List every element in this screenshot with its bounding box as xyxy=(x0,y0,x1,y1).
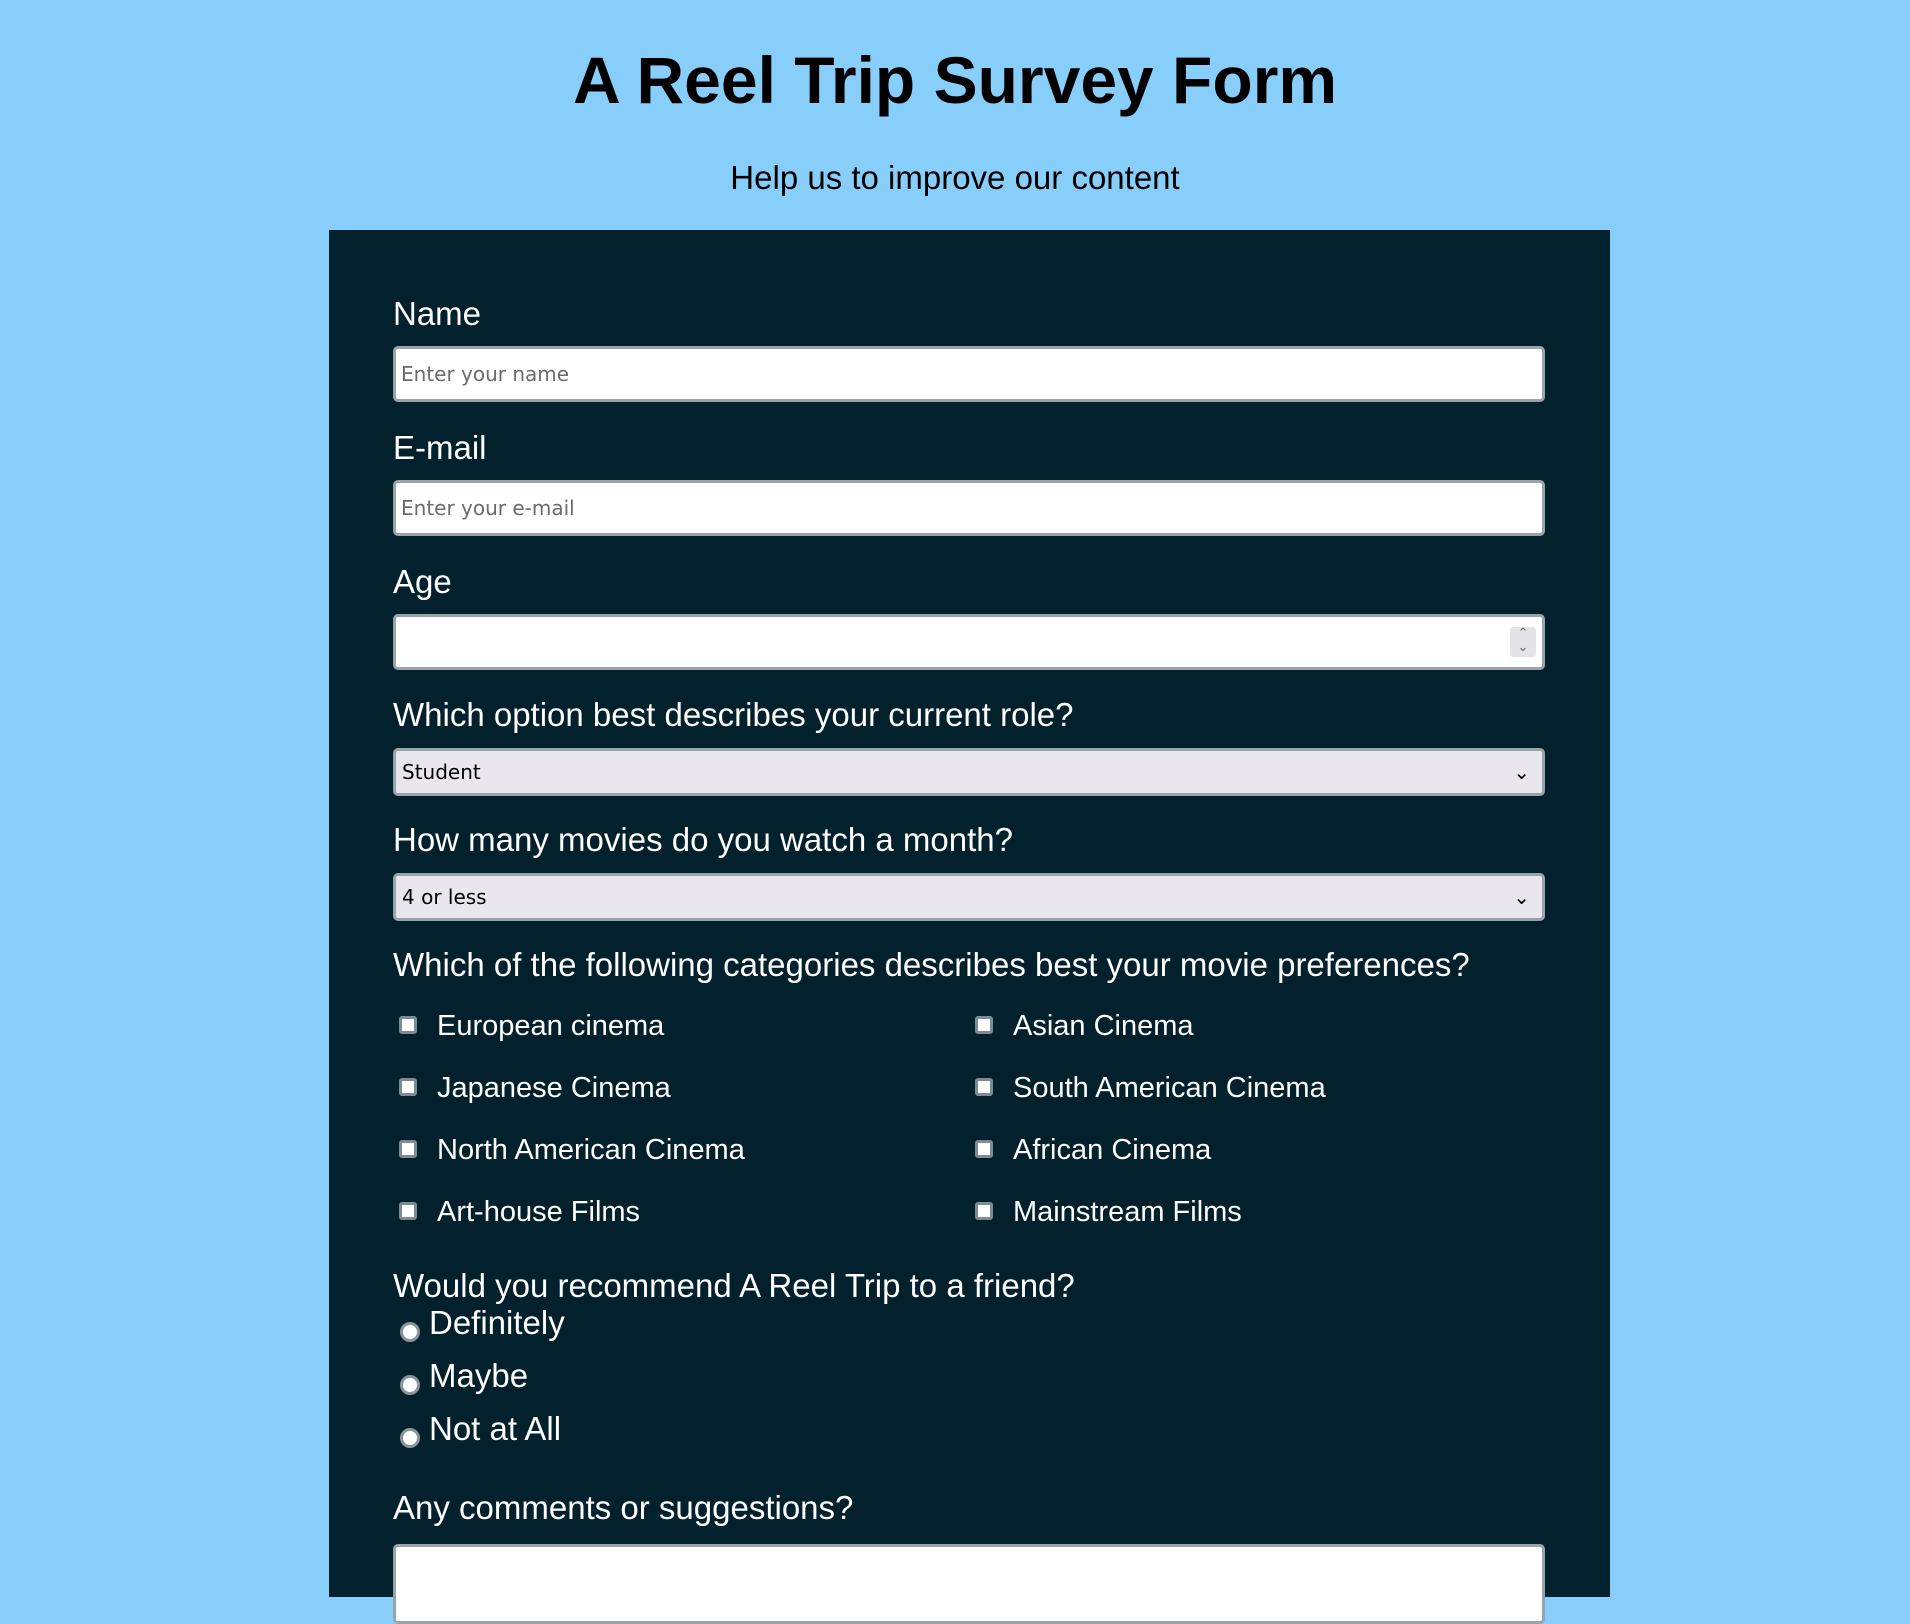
recommend-option[interactable]: Maybe xyxy=(400,1356,529,1396)
movies-selected-value: 4 or less xyxy=(402,885,487,909)
checkbox[interactable] xyxy=(399,1140,417,1158)
recommend-option-label: Definitely xyxy=(429,1304,565,1341)
categories-label: Which of the following categories descri… xyxy=(393,946,1470,983)
checkbox[interactable] xyxy=(399,1202,417,1220)
checkbox[interactable] xyxy=(975,1140,993,1158)
recommend-option[interactable]: Definitely xyxy=(400,1303,565,1343)
age-label: Age xyxy=(393,563,452,600)
category-label: African Cinema xyxy=(1013,1134,1212,1166)
radio-button[interactable] xyxy=(400,1428,420,1448)
category-option[interactable]: Japanese Cinema xyxy=(399,1070,671,1106)
category-label: Art-house Films xyxy=(437,1196,641,1228)
checkbox[interactable] xyxy=(399,1078,417,1096)
movies-label: How many movies do you watch a month? xyxy=(393,821,1013,858)
page-subtitle: Help us to improve our content xyxy=(730,159,1180,196)
radio-button[interactable] xyxy=(400,1375,420,1395)
radio-button[interactable] xyxy=(400,1322,420,1342)
number-spinner[interactable]: ⌃ ⌄ xyxy=(1510,627,1536,657)
chevron-down-icon: ⌄ xyxy=(1513,885,1530,909)
role-label: Which option best describes your current… xyxy=(393,696,1074,733)
comments-textarea[interactable] xyxy=(393,1544,1545,1624)
chevron-down-icon[interactable]: ⌄ xyxy=(1518,640,1529,655)
recommend-label: Would you recommend A Reel Trip to a fri… xyxy=(393,1267,1075,1304)
recommend-option-label: Not at All xyxy=(429,1410,562,1447)
category-option[interactable]: European cinema xyxy=(399,1008,665,1044)
category-label: South American Cinema xyxy=(1013,1072,1326,1104)
category-label: Asian Cinema xyxy=(1013,1010,1194,1042)
survey-form: Name E-mail Age ⌃ ⌄ Which option best de… xyxy=(329,230,1610,1624)
movies-select[interactable]: 4 or less ⌄ xyxy=(393,873,1545,921)
chevron-up-icon[interactable]: ⌃ xyxy=(1518,626,1529,641)
category-option[interactable]: Art-house Films xyxy=(399,1194,641,1230)
category-option[interactable]: North American Cinema xyxy=(399,1132,745,1168)
name-label: Name xyxy=(393,295,482,332)
chevron-down-icon: ⌄ xyxy=(1513,760,1530,784)
comments-label: Any comments or suggestions? xyxy=(393,1489,854,1526)
checkbox[interactable] xyxy=(975,1016,993,1034)
name-input[interactable] xyxy=(393,346,1545,402)
category-label: Mainstream Films xyxy=(1013,1196,1242,1228)
page-title: A Reel Trip Survey Form xyxy=(572,43,1338,117)
category-label: Japanese Cinema xyxy=(437,1072,671,1104)
recommend-option-label: Maybe xyxy=(429,1357,529,1394)
role-select[interactable]: Student ⌄ xyxy=(393,748,1545,796)
category-option[interactable]: Asian Cinema xyxy=(975,1008,1194,1044)
checkbox[interactable] xyxy=(399,1016,417,1034)
email-input[interactable] xyxy=(393,480,1545,536)
category-label: European cinema xyxy=(437,1010,665,1042)
category-option[interactable]: South American Cinema xyxy=(975,1070,1326,1106)
category-option[interactable]: African Cinema xyxy=(975,1132,1212,1168)
checkbox[interactable] xyxy=(975,1078,993,1096)
checkbox[interactable] xyxy=(975,1202,993,1220)
email-label: E-mail xyxy=(393,429,487,466)
recommend-option[interactable]: Not at All xyxy=(400,1409,562,1449)
role-selected-value: Student xyxy=(402,760,481,784)
age-input[interactable]: ⌃ ⌄ xyxy=(393,614,1545,670)
category-label: North American Cinema xyxy=(437,1134,745,1166)
category-option[interactable]: Mainstream Films xyxy=(975,1194,1242,1230)
